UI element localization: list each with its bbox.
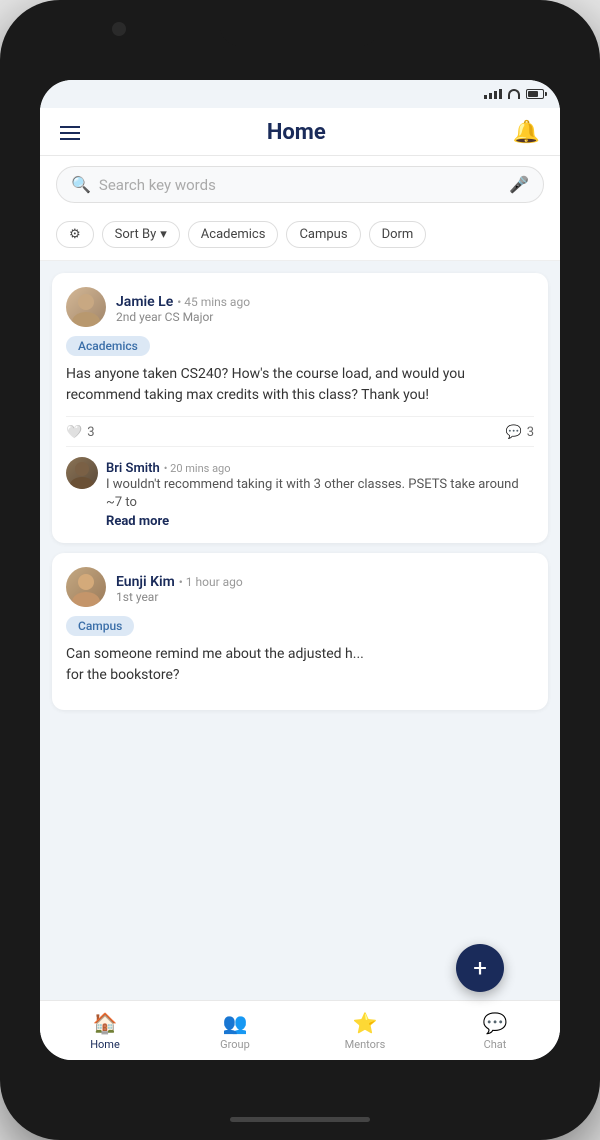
- comment-time: • 20 mins ago: [164, 462, 231, 475]
- home-icon: 🏠: [93, 1011, 118, 1035]
- sort-chevron-icon: ▾: [160, 227, 167, 242]
- mentors-nav-label: Mentors: [345, 1038, 386, 1051]
- like-count: 3: [87, 425, 94, 440]
- academics-filter-button[interactable]: Academics: [188, 221, 279, 248]
- post-feed: Jamie Le • 45 mins ago 2nd year CS Major…: [40, 261, 560, 1000]
- home-indicator: [230, 1117, 370, 1122]
- sort-by-button[interactable]: Sort By ▾: [102, 221, 180, 248]
- app-header: Home 🔔: [40, 108, 560, 156]
- phone-frame: Home 🔔 🔍 Search key words 🎤 ⚙: [0, 0, 600, 1140]
- post-subtitle: 2nd year CS Major: [116, 310, 250, 324]
- post-body: Can someone remind me about the adjusted…: [66, 644, 534, 686]
- comment-preview: Bri Smith • 20 mins ago I wouldn't recom…: [66, 446, 534, 529]
- notification-button[interactable]: 🔔: [513, 120, 540, 145]
- avatar: [66, 287, 106, 327]
- post-author: Eunji Kim: [116, 574, 175, 590]
- dorm-filter-label: Dorm: [382, 227, 414, 242]
- battery-icon: [526, 89, 544, 99]
- plus-icon: +: [473, 954, 487, 982]
- comment-icon: 💬: [506, 425, 522, 440]
- page-title: Home: [267, 120, 326, 145]
- post-card: Jamie Le • 45 mins ago 2nd year CS Major…: [52, 273, 548, 543]
- search-input[interactable]: Search key words: [99, 176, 501, 194]
- campus-filter-button[interactable]: Campus: [286, 221, 360, 248]
- camera: [112, 22, 126, 36]
- phone-top: [0, 0, 600, 46]
- filter-row: ⚙ Sort By ▾ Academics Campus Dorm: [40, 213, 560, 261]
- dorm-filter-button[interactable]: Dorm: [369, 221, 427, 248]
- post-meta: Eunji Kim • 1 hour ago 1st year: [116, 571, 243, 604]
- signal-icon: [484, 89, 502, 99]
- post-author: Jamie Le: [116, 294, 173, 310]
- post-card: Eunji Kim • 1 hour ago 1st year Campus C…: [52, 553, 548, 710]
- mentors-icon: ⭐: [353, 1011, 378, 1035]
- mic-icon[interactable]: 🎤: [509, 175, 529, 194]
- screen: Home 🔔 🔍 Search key words 🎤 ⚙: [40, 80, 560, 1060]
- like-button[interactable]: 🤍 3: [66, 425, 95, 440]
- post-header: Jamie Le • 45 mins ago 2nd year CS Major: [66, 287, 534, 327]
- new-post-fab[interactable]: +: [456, 944, 504, 992]
- notch: [220, 18, 380, 46]
- chat-icon: 💬: [483, 1011, 508, 1035]
- post-tag[interactable]: Campus: [66, 616, 134, 636]
- comment-text: I wouldn't recommend taking it with 3 ot…: [106, 476, 534, 512]
- post-actions: 🤍 3 💬 3: [66, 425, 534, 440]
- post-time: • 1 hour ago: [179, 575, 243, 589]
- post-divider: [66, 416, 534, 417]
- search-area: 🔍 Search key words 🎤: [40, 156, 560, 213]
- commenter-name: Bri Smith: [106, 461, 160, 476]
- filter-icon: ⚙: [69, 227, 81, 242]
- filter-settings-button[interactable]: ⚙: [56, 221, 94, 248]
- comment-count: 3: [527, 425, 534, 440]
- hamburger-button[interactable]: [60, 126, 80, 140]
- read-more-button[interactable]: Read more: [106, 514, 534, 529]
- nav-home[interactable]: 🏠 Home: [40, 1001, 170, 1060]
- status-bar: [40, 80, 560, 108]
- group-nav-label: Group: [220, 1038, 250, 1051]
- bottom-navigation: 🏠 Home 👥 Group ⭐ Mentors 💬 Chat: [40, 1000, 560, 1060]
- nav-mentors[interactable]: ⭐ Mentors: [300, 1001, 430, 1060]
- post-body: Has anyone taken CS240? How's the course…: [66, 364, 534, 406]
- screen-wrapper: Home 🔔 🔍 Search key words 🎤 ⚙: [40, 80, 560, 1060]
- home-nav-label: Home: [90, 1038, 120, 1051]
- comment-button[interactable]: 💬 3: [506, 425, 535, 440]
- nav-group[interactable]: 👥 Group: [170, 1001, 300, 1060]
- nav-chat[interactable]: 💬 Chat: [430, 1001, 560, 1060]
- heart-icon: 🤍: [66, 425, 82, 440]
- post-header: Eunji Kim • 1 hour ago 1st year: [66, 567, 534, 607]
- comment-content: Bri Smith • 20 mins ago I wouldn't recom…: [106, 457, 534, 529]
- campus-filter-label: Campus: [299, 227, 347, 242]
- search-icon: 🔍: [71, 175, 91, 194]
- post-time: • 45 mins ago: [177, 295, 250, 309]
- avatar: [66, 567, 106, 607]
- academics-filter-label: Academics: [201, 227, 266, 242]
- app-content: Home 🔔 🔍 Search key words 🎤 ⚙: [40, 108, 560, 1060]
- search-bar[interactable]: 🔍 Search key words 🎤: [56, 166, 544, 203]
- wifi-icon: [508, 89, 520, 99]
- post-meta: Jamie Le • 45 mins ago 2nd year CS Major: [116, 291, 250, 324]
- sort-label: Sort By: [115, 227, 157, 242]
- chat-nav-label: Chat: [484, 1038, 507, 1051]
- post-subtitle: 1st year: [116, 590, 243, 604]
- post-tag[interactable]: Academics: [66, 336, 150, 356]
- group-icon: 👥: [223, 1011, 248, 1035]
- commenter-avatar: [66, 457, 98, 489]
